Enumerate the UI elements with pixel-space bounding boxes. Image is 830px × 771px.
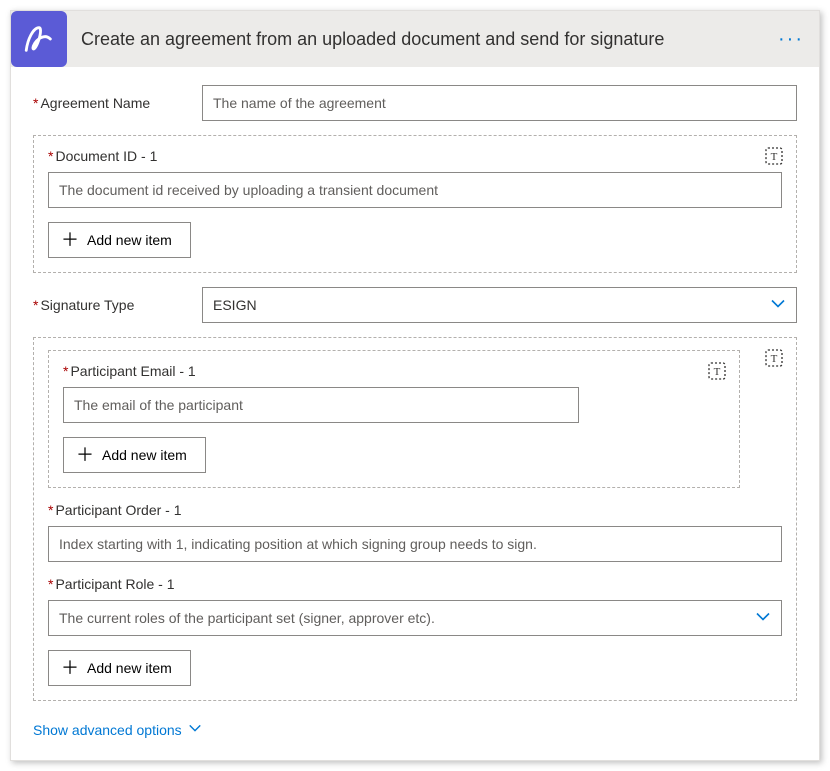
- signature-type-label: Signature Type: [33, 297, 188, 313]
- show-advanced-link[interactable]: Show advanced options: [33, 721, 202, 738]
- participant-order-label: Participant Order - 1: [48, 502, 782, 518]
- card-body: Agreement Name T Document ID - 1 ＋ Add n…: [11, 67, 819, 760]
- dynamic-content-icon[interactable]: T: [707, 361, 727, 381]
- svg-text:T: T: [771, 151, 778, 163]
- card-header: Create an agreement from an uploaded doc…: [11, 11, 819, 67]
- participant-order-input[interactable]: [48, 526, 782, 562]
- signature-type-value: ESIGN: [213, 297, 257, 313]
- add-participant-email-button[interactable]: ＋ Add new item: [63, 437, 206, 473]
- chevron-down-icon: [770, 296, 786, 315]
- document-id-group: T Document ID - 1 ＋ Add new item: [33, 135, 797, 273]
- chevron-down-icon: [188, 721, 202, 738]
- agreement-name-label: Agreement Name: [33, 95, 188, 111]
- action-card: Create an agreement from an uploaded doc…: [10, 10, 820, 761]
- participant-role-label: Participant Role - 1: [48, 576, 782, 592]
- participant-role-select[interactable]: The current roles of the participant set…: [48, 600, 782, 636]
- participant-email-group: T Participant Email - 1 ＋ Add new item: [48, 350, 740, 488]
- dynamic-content-icon[interactable]: T: [764, 348, 784, 368]
- svg-text:T: T: [771, 353, 778, 365]
- card-title: Create an agreement from an uploaded doc…: [81, 29, 775, 50]
- participant-email-input[interactable]: [63, 387, 579, 423]
- plus-icon: ＋: [61, 659, 79, 677]
- more-options-button[interactable]: ···: [775, 23, 807, 55]
- add-document-button[interactable]: ＋ Add new item: [48, 222, 191, 258]
- add-participant-button[interactable]: ＋ Add new item: [48, 650, 191, 686]
- dynamic-content-icon[interactable]: T: [764, 146, 784, 166]
- adobe-sign-icon: [11, 11, 67, 67]
- participant-email-label: Participant Email - 1: [63, 363, 725, 379]
- document-id-label: Document ID - 1: [48, 148, 782, 164]
- signature-type-select[interactable]: ESIGN: [202, 287, 797, 323]
- document-id-input[interactable]: [48, 172, 782, 208]
- plus-icon: ＋: [76, 446, 94, 464]
- svg-text:T: T: [714, 366, 721, 378]
- agreement-name-row: Agreement Name: [33, 85, 797, 121]
- add-document-label: Add new item: [87, 232, 172, 248]
- plus-icon: ＋: [61, 231, 79, 249]
- participant-group: T T Participant Email - 1 ＋ Add new item: [33, 337, 797, 701]
- agreement-name-input[interactable]: [202, 85, 797, 121]
- signature-type-row: Signature Type ESIGN: [33, 287, 797, 323]
- participant-role-placeholder: The current roles of the participant set…: [59, 610, 435, 626]
- add-participant-label: Add new item: [87, 660, 172, 676]
- show-advanced-label: Show advanced options: [33, 722, 182, 738]
- chevron-down-icon: [755, 609, 771, 628]
- add-email-label: Add new item: [102, 447, 187, 463]
